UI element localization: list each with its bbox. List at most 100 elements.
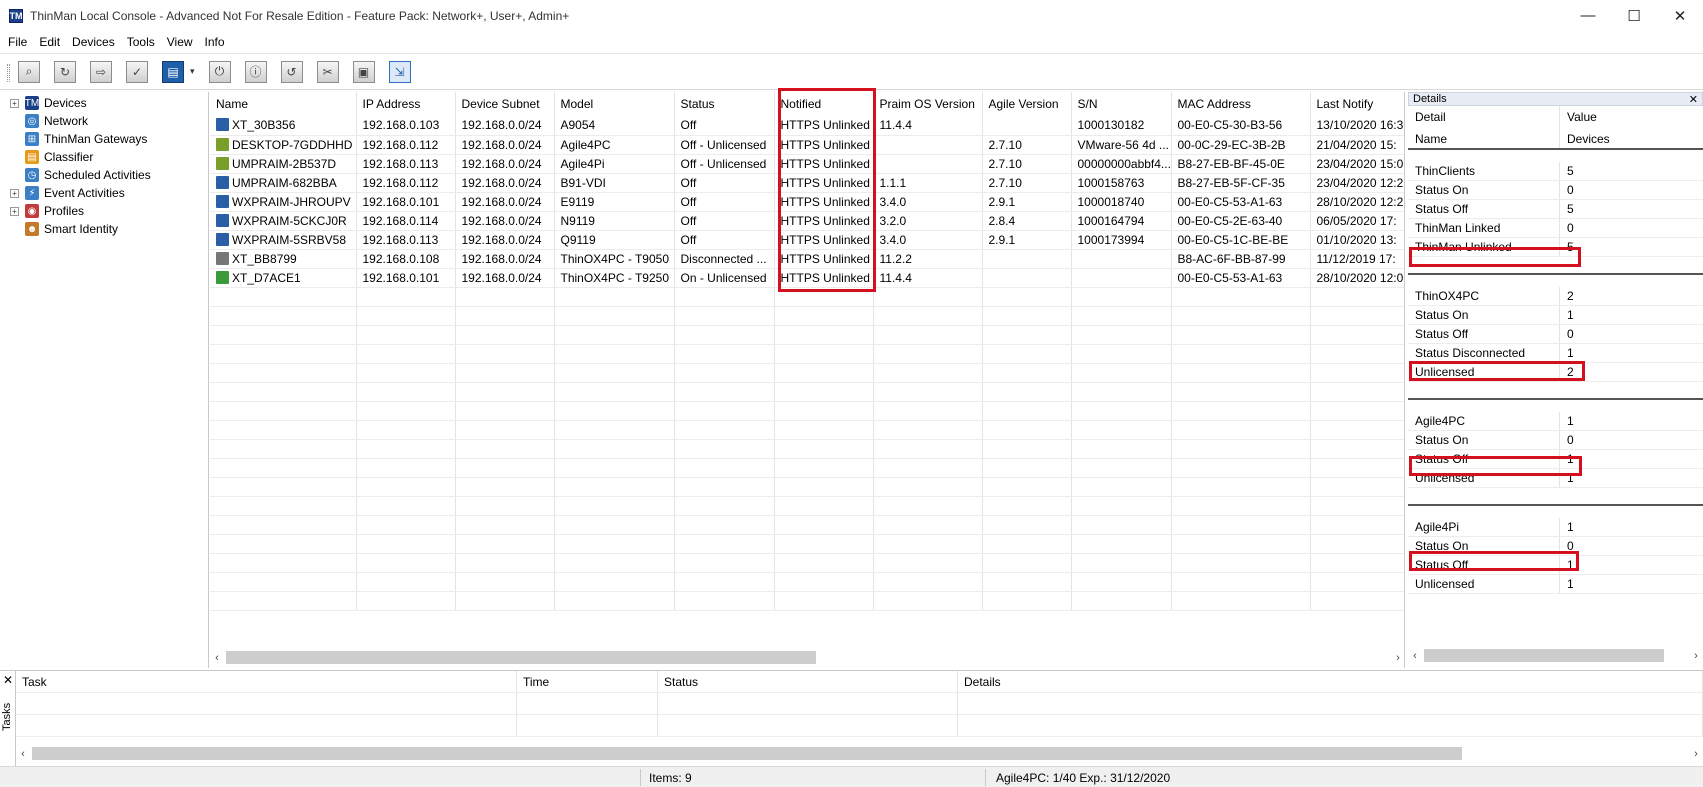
scroll-thumb[interactable] [226,651,816,664]
table-row[interactable]: UMPRAIM-2B537D 192.168.0.113 192.168.0.0/2… [210,154,1404,174]
value-column-label[interactable]: Value [1567,106,1703,128]
tree-item-scheduled-activities[interactable]: ◷ Scheduled Activities [0,166,208,184]
column-header-details[interactable]: Details [958,671,1703,692]
menu-view[interactable]: View [167,35,193,49]
column-header-mac[interactable]: MAC Address [1171,92,1311,116]
expand-icon[interactable]: + [10,98,19,108]
column-header-model[interactable]: Model [554,92,675,116]
scroll-track[interactable] [30,747,1689,760]
tasks-tab-label[interactable]: Tasks [1,691,13,731]
scroll-thumb[interactable] [1424,649,1664,662]
scroll-left-icon[interactable]: ‹ [210,652,224,664]
undo-icon[interactable]: ↺ [280,60,303,83]
close-button[interactable]: ✕ [1657,0,1703,31]
column-header-last-notify[interactable]: Last Notify [1310,92,1404,116]
tree-item-devices[interactable]: + TM Devices [0,94,208,112]
table-row[interactable]: UMPRAIM-682BBA 192.168.0.112 192.168.0.0/2… [210,173,1404,193]
table-row[interactable]: WXPRAIM-JHROUPV 192.168.0.101 192.168.0.0/… [210,192,1404,212]
export-icon[interactable]: ⇨ [90,60,112,83]
table-row[interactable]: WXPRAIM-5CKCJ0R 192.168.0.114 192.168.0.0/… [210,211,1404,231]
table-row[interactable]: DESKTOP-7GDDHHD 192.168.0.112 192.168.0.0/… [210,135,1404,155]
column-header-time[interactable]: Time [517,671,658,692]
expand-icon[interactable]: + [10,188,19,198]
scroll-thumb[interactable] [32,747,1462,760]
table-row[interactable]: XT_30B356 192.168.0.103 192.168.0.0/24 A905… [210,116,1404,136]
details-row[interactable]: Status On 0 [1408,181,1703,200]
power-icon[interactable]: ⏻ [208,60,231,83]
empty-cell [873,325,983,345]
column-header-status[interactable]: Status [658,671,958,692]
details-row[interactable]: Unlicensed 2 [1408,363,1703,382]
close-icon[interactable]: ✕ [1689,93,1698,106]
column-header-status[interactable]: Status [674,92,775,116]
column-header-agile-version[interactable]: Agile Version [982,92,1072,116]
column-header-os-version[interactable]: Praim OS Version [873,92,983,116]
view-dropdown-icon[interactable]: ▾ [190,66,195,77]
detail-column-label[interactable]: Detail [1415,106,1559,128]
details-row[interactable]: ThinMan Linked 0 [1408,219,1703,238]
column-header-subnet[interactable]: Device Subnet [455,92,555,116]
details-row[interactable]: ThinOX4PC 2 [1408,287,1703,306]
tree-item-smart-identity[interactable]: ☻ Smart Identity [0,220,208,238]
details-horizontal-scrollbar[interactable]: ‹ › [1408,647,1703,664]
tasks-horizontal-scrollbar[interactable]: ‹ › [16,745,1703,762]
toolbar-grip[interactable] [7,64,10,82]
column-header-notified[interactable]: Notified [774,92,874,116]
tree-item-gateways[interactable]: ⊞ ThinMan Gateways [0,130,208,148]
menu-file[interactable]: File [8,35,27,49]
devices-horizontal-scrollbar[interactable]: ‹ › [210,649,1404,666]
table-row[interactable]: XT_BB8799 192.168.0.108 192.168.0.0/24 Thin… [210,249,1404,269]
empty-cell [1310,306,1404,326]
tree-item-profiles[interactable]: + ◉ Profiles [0,202,208,220]
details-row[interactable]: Unlicensed 1 [1408,575,1703,594]
menu-info[interactable]: Info [205,35,225,49]
details-view-icon[interactable]: ▤ [162,60,184,83]
empty-cell [210,344,357,364]
devices-grid: Name IP Address Device Subnet Model Stat… [210,92,1405,668]
column-header-name[interactable]: Name [210,92,357,116]
details-row[interactable]: Unlicensed 1 [1408,469,1703,488]
expand-icon[interactable]: + [10,206,19,216]
scroll-track[interactable] [1422,649,1689,662]
details-row[interactable]: ThinClients 5 [1408,162,1703,181]
details-row[interactable]: Status Off 1 [1408,450,1703,469]
refresh-icon[interactable]: ↻ [54,60,76,83]
info-icon[interactable]: ⓘ [244,60,267,83]
tree-item-classifier[interactable]: ▤ Classifier [0,148,208,166]
column-header-sn[interactable]: S/N [1071,92,1172,116]
scroll-right-icon[interactable]: › [1689,748,1703,760]
scroll-left-icon[interactable]: ‹ [16,748,30,760]
details-row[interactable]: Status On 1 [1408,306,1703,325]
scroll-right-icon[interactable]: › [1391,652,1404,664]
checklist-icon[interactable]: ✓ [126,60,148,83]
scroll-track[interactable] [224,651,1391,664]
details-row[interactable]: Status Off 1 [1408,556,1703,575]
table-row[interactable]: WXPRAIM-5SRBV58 192.168.0.113 192.168.0.0/… [210,230,1404,250]
maximize-button[interactable]: ☐ [1611,0,1657,31]
column-header-ip[interactable]: IP Address [356,92,456,116]
details-row[interactable]: Status Disconnected 1 [1408,344,1703,363]
details-row[interactable]: ThinMan Unlinked 5 [1408,238,1703,257]
menu-tools[interactable]: Tools [127,35,155,49]
details-row[interactable]: Status Off 5 [1408,200,1703,219]
menu-edit[interactable]: Edit [39,35,60,49]
tree-item-event-activities[interactable]: + ⚡ Event Activities [0,184,208,202]
tree-item-network[interactable]: ◎ Network [0,112,208,130]
column-header-task[interactable]: Task [16,671,517,692]
details-row[interactable]: Status On 0 [1408,537,1703,556]
table-row[interactable]: XT_D7ACE1 192.168.0.101 192.168.0.0/24 Thin… [210,268,1404,288]
select-icon[interactable]: ⇲ [388,60,411,83]
details-row[interactable]: Agile4Pi 1 [1408,518,1703,537]
details-row[interactable]: Status Off 0 [1408,325,1703,344]
tools-icon[interactable]: ✂ [316,60,339,83]
minimize-button[interactable]: — [1565,0,1611,31]
scroll-right-icon[interactable]: › [1689,650,1703,662]
details-row[interactable]: Agile4PC 1 [1408,412,1703,431]
close-icon[interactable]: ✕ [3,673,13,687]
details-panel: Details ✕ Detail Name Value Devices Thin… [1408,92,1703,668]
window-icon[interactable]: ▣ [352,60,375,83]
details-row[interactable]: Status On 0 [1408,431,1703,450]
scroll-left-icon[interactable]: ‹ [1408,650,1422,662]
search-icon[interactable]: ⌕ [18,60,40,83]
menu-devices[interactable]: Devices [72,35,115,49]
